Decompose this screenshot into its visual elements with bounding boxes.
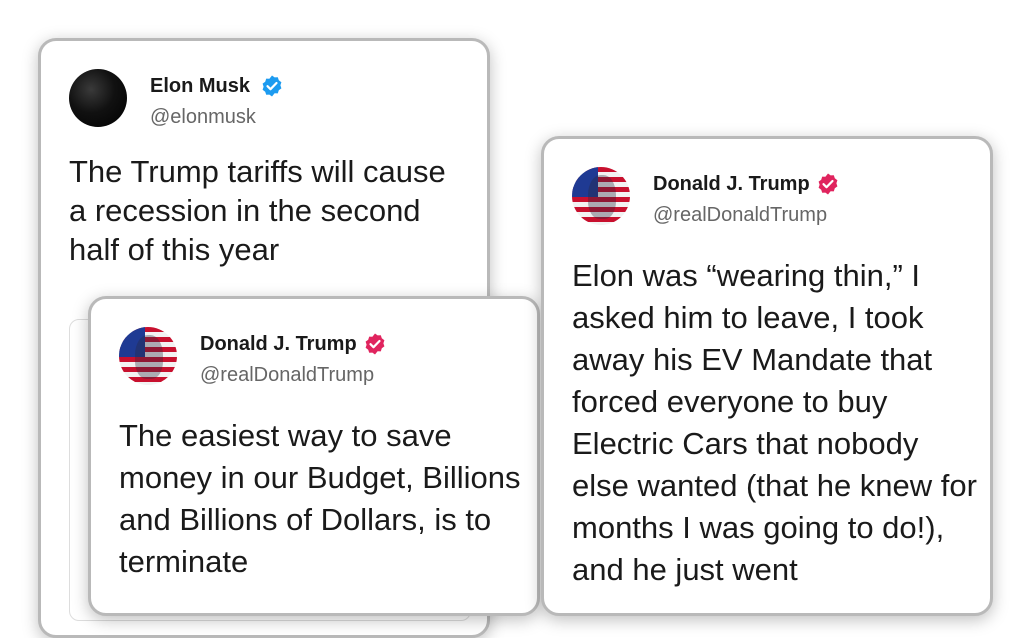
author-handle[interactable]: @realDonaldTrump: [200, 364, 374, 387]
avatar-trump[interactable]: [119, 327, 177, 385]
tweet-text: Elon was “wearing thin,” I asked him to …: [572, 258, 977, 587]
author-name[interactable]: Elon Musk: [150, 75, 250, 98]
tweet-card-trump-2[interactable]: Donald J. Trump @realDonaldTrump Elon wa…: [541, 136, 993, 616]
author-handle[interactable]: @elonmusk: [150, 106, 256, 129]
avatar-trump[interactable]: [572, 167, 630, 225]
avatar-elon[interactable]: [69, 69, 127, 127]
tweet-text: The Trump tariffs will cause a recession…: [69, 154, 446, 267]
author-name[interactable]: Donald J. Trump: [653, 173, 810, 196]
author-handle[interactable]: @realDonaldTrump: [653, 204, 827, 227]
verified-badge-icon: [816, 172, 840, 201]
tweet-card-trump-1[interactable]: Donald J. Trump @realDonaldTrump The eas…: [88, 296, 540, 616]
tweet-text: The easiest way to save money in our Bud…: [119, 418, 521, 579]
verified-badge-icon: [260, 74, 284, 103]
verified-badge-icon: [363, 332, 387, 361]
author-name[interactable]: Donald J. Trump: [200, 333, 357, 356]
